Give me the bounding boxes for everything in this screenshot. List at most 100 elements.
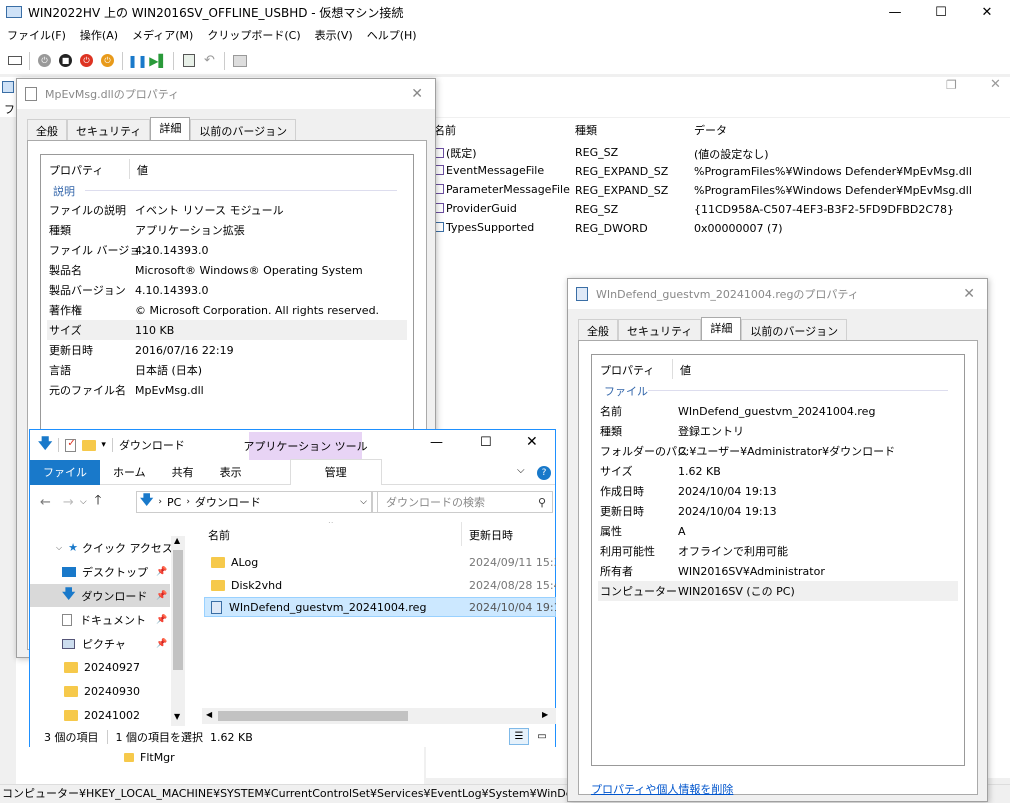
menu-file[interactable]: ファイル(F): [0, 27, 73, 43]
tab-details[interactable]: 詳細: [150, 117, 191, 141]
col-data-header[interactable]: データ: [694, 122, 727, 138]
hscrollbar[interactable]: ◀ ▶: [202, 708, 556, 724]
menu-media[interactable]: メディア(M): [125, 27, 200, 43]
regedit-close-button[interactable]: ✕: [990, 77, 1001, 92]
tab-security[interactable]: セキュリティ: [618, 319, 702, 341]
property-row[interactable]: 言語 日本語 (日本): [47, 360, 407, 380]
qat-dropdown-icon[interactable]: ▾: [101, 440, 106, 450]
help-icon[interactable]: ?: [537, 466, 551, 480]
registry-value-row[interactable]: ProviderGuid: [434, 202, 517, 215]
nav-folder-20240930[interactable]: 20240930: [30, 680, 170, 703]
nav-folder-20241002[interactable]: 20241002: [30, 704, 170, 726]
start-button[interactable]: ⏻: [34, 51, 55, 71]
property-row[interactable]: 名前 WInDefend_guestvm_20241004.reg: [598, 401, 958, 421]
property-row[interactable]: 著作権 © Microsoft Corporation. All rights r…: [47, 300, 407, 320]
nav-downloads[interactable]: 🡇 ダウンロード 📌: [30, 584, 170, 607]
nav-folder-20240927[interactable]: 20240927: [30, 656, 170, 679]
ribbon-tab-manage[interactable]: 管理: [289, 459, 382, 485]
col-property-header[interactable]: プロパティ: [600, 362, 654, 378]
registry-value-row[interactable]: TypesSupported: [434, 221, 534, 234]
up-button[interactable]: 🡑: [95, 491, 102, 513]
col-value-header[interactable]: 値: [137, 162, 148, 178]
details-view-button[interactable]: ☰: [509, 728, 529, 745]
property-row-selected[interactable]: サイズ 110 KB: [47, 320, 407, 340]
address-dropdown-icon[interactable]: ⌵: [360, 497, 367, 507]
property-row[interactable]: 属性 A: [598, 521, 958, 541]
tab-details[interactable]: 詳細: [701, 317, 742, 341]
file-row[interactable]: Disk2vhd2024/08/28 15:44: [204, 575, 556, 595]
search-input[interactable]: ダウンロードの検索 ⚲: [377, 491, 553, 513]
file-row-selected[interactable]: WInDefend_guestvm_20241004.reg 2024/10/04…: [204, 597, 556, 617]
save-state-button[interactable]: ⏻: [97, 51, 118, 71]
property-row[interactable]: 作成日時 2024/10/04 19:13: [598, 481, 958, 501]
shutdown-button[interactable]: ⏻: [76, 51, 97, 71]
property-row[interactable]: 所有者 WIN2016SV¥Administrator: [598, 561, 958, 581]
tab-previous-versions[interactable]: 以前のバージョン: [741, 319, 848, 341]
checkpoint-button[interactable]: [178, 51, 199, 71]
explorer-maximize-button[interactable]: ☐: [480, 435, 492, 450]
ribbon-tab-home[interactable]: ホーム: [100, 460, 159, 485]
explorer-close-button[interactable]: ✕: [526, 434, 538, 450]
breadcrumb-pc[interactable]: PC: [167, 496, 181, 509]
property-row[interactable]: 元のファイル名 MpEvMsg.dll: [47, 380, 407, 400]
dialog-close-button[interactable]: ✕: [411, 86, 423, 102]
minimize-button[interactable]: —: [872, 0, 918, 24]
resume-button[interactable]: ▶▌: [148, 51, 169, 71]
menu-clipboard[interactable]: クリップボード(C): [200, 27, 307, 43]
col-type-header[interactable]: 種類: [575, 122, 597, 138]
registry-value-row[interactable]: (既定): [434, 145, 477, 161]
enhanced-session-button[interactable]: [229, 51, 250, 71]
property-row[interactable]: 種類 アプリケーション拡張: [47, 220, 407, 240]
turn-off-button[interactable]: ■: [55, 51, 76, 71]
tab-previous-versions[interactable]: 以前のバージョン: [190, 119, 297, 141]
property-row[interactable]: サイズ 1.62 KB: [598, 461, 958, 481]
ribbon-tab-share[interactable]: 共有: [159, 460, 207, 485]
maximize-button[interactable]: ☐: [918, 0, 964, 24]
menu-help[interactable]: ヘルプ(H): [360, 27, 424, 43]
nav-pictures[interactable]: ピクチャ 📌: [30, 632, 170, 655]
pause-button[interactable]: ❚❚: [127, 51, 148, 71]
down-arrow-icon[interactable]: 🡇: [38, 433, 52, 457]
ctrl-alt-del-button[interactable]: [4, 51, 25, 71]
property-row[interactable]: ファイルの説明 イベント リソース モジュール: [47, 200, 407, 220]
property-row[interactable]: 種類 登録エントリ: [598, 421, 958, 441]
recent-dropdown[interactable]: ⌵: [80, 497, 87, 507]
nav-scrollbar-thumb[interactable]: [173, 550, 183, 670]
tree-item-fltmgr[interactable]: FltMgr: [124, 751, 175, 764]
property-row-selected[interactable]: コンピューター WIN2016SV (この PC): [598, 581, 958, 601]
ribbon-tab-file[interactable]: ファイル: [30, 459, 100, 485]
close-button[interactable]: ✕: [964, 0, 1010, 24]
tab-general[interactable]: 全般: [578, 319, 618, 341]
nav-quick-access[interactable]: ⌵ ★ クイック アクセス: [30, 536, 173, 559]
col-date-header[interactable]: 更新日時: [469, 527, 513, 543]
col-name-header[interactable]: 名前: [434, 122, 456, 138]
tab-security[interactable]: セキュリティ: [67, 119, 151, 141]
remove-properties-link[interactable]: プロパティや個人情報を削除: [591, 781, 733, 797]
revert-button[interactable]: ↶: [199, 51, 220, 71]
property-row[interactable]: 製品バージョン 4.10.14393.0: [47, 280, 407, 300]
property-row[interactable]: 製品名 Microsoft® Windows® Operating System: [47, 260, 407, 280]
registry-value-row[interactable]: ParameterMessageFile: [434, 183, 570, 196]
file-row[interactable]: ALog2024/09/11 15:32: [204, 552, 556, 572]
breadcrumb-downloads[interactable]: ダウンロード: [195, 494, 261, 510]
property-row[interactable]: フォルダーのパス C:¥ユーザー¥Administrator¥ダウンロード: [598, 441, 958, 461]
address-bar[interactable]: 🡇 › PC › ダウンロード ⌵: [136, 491, 372, 513]
ribbon-expand-icon[interactable]: ⌵: [517, 465, 525, 476]
tab-general[interactable]: 全般: [27, 119, 67, 141]
large-icons-view-button[interactable]: ▭: [532, 728, 552, 745]
ribbon-tab-view[interactable]: 表示: [207, 460, 255, 485]
menu-view[interactable]: 表示(V): [308, 27, 360, 43]
registry-value-row[interactable]: EventMessageFile: [434, 164, 544, 177]
properties-check-icon[interactable]: ✓: [65, 438, 77, 452]
menu-action[interactable]: 操作(A): [73, 27, 125, 43]
dialog-close-button[interactable]: ✕: [963, 286, 975, 302]
back-button[interactable]: ←: [40, 495, 51, 510]
nav-documents[interactable]: ドキュメント 📌: [30, 608, 170, 631]
property-row[interactable]: 利用可能性 オフラインで利用可能: [598, 541, 958, 561]
col-value-header[interactable]: 値: [680, 362, 691, 378]
col-name-header[interactable]: 名前: [208, 527, 230, 543]
property-row[interactable]: 更新日時 2016/07/16 22:19: [47, 340, 407, 360]
forward-button[interactable]: →: [63, 495, 74, 510]
hscrollbar-thumb[interactable]: [218, 711, 408, 721]
property-row[interactable]: ファイル バージョン 4.10.14393.0: [47, 240, 407, 260]
